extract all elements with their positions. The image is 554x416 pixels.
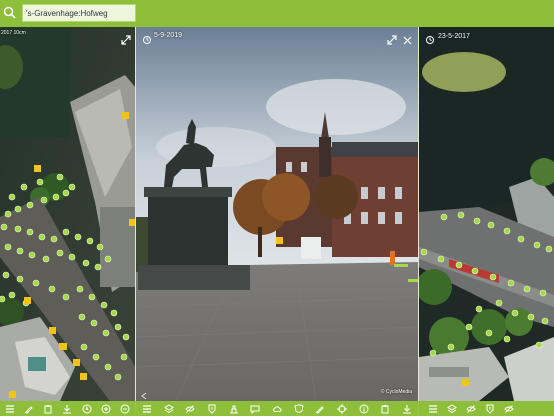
search-input[interactable]: [22, 4, 136, 22]
expand-arrows-icon[interactable]: [121, 32, 131, 50]
street-view-image[interactable]: [136, 27, 418, 401]
recording-date-label: 23-5-2017: [438, 33, 470, 40]
info-icon[interactable]: [206, 403, 217, 414]
info-icon[interactable]: [484, 403, 495, 414]
map-panel-left[interactable]: 2017 10cm: [0, 27, 135, 401]
crosshair-icon[interactable]: [337, 403, 348, 414]
oblique-aerial-image[interactable]: [419, 27, 554, 401]
menu-icon[interactable]: [427, 403, 438, 414]
copyright-credit: © CycloMedia: [380, 389, 412, 395]
camera-icon: [142, 32, 152, 50]
measure-height-icon[interactable]: [228, 403, 239, 414]
info-circle-icon[interactable]: [358, 403, 369, 414]
download-icon[interactable]: [62, 403, 73, 414]
streetview-panel[interactable]: 5-9-2019 © CycloMedia: [136, 27, 418, 401]
menu-icon[interactable]: [141, 403, 152, 414]
search-icon[interactable]: [2, 5, 18, 21]
layers-icon[interactable]: [446, 403, 457, 414]
plus-icon[interactable]: [101, 403, 112, 414]
clipboard-icon[interactable]: [380, 403, 391, 414]
eye-off-icon[interactable]: [185, 403, 196, 414]
eye-off-icon[interactable]: [465, 403, 476, 414]
oblique-toolbar: [419, 401, 554, 416]
map-toolbar: [0, 401, 135, 416]
menu-icon[interactable]: [4, 403, 15, 414]
minus-icon[interactable]: [120, 403, 131, 414]
pencil-icon[interactable]: [315, 403, 326, 414]
compass-icon[interactable]: [81, 403, 92, 414]
camera-icon: [425, 32, 435, 50]
oblique-panel[interactable]: 23-5-2017: [419, 27, 554, 401]
cloud-icon[interactable]: [271, 403, 282, 414]
recording-date-label: 5-9-2019: [154, 32, 183, 39]
streetview-toolbar: [136, 401, 418, 416]
shield-icon[interactable]: [293, 403, 304, 414]
layers-icon[interactable]: [163, 403, 174, 414]
download-icon[interactable]: [402, 403, 413, 414]
aerial-map[interactable]: [0, 27, 135, 401]
map-date-label: 2017 10cm: [1, 30, 26, 36]
clipboard-icon[interactable]: [43, 403, 54, 414]
comment-icon[interactable]: [250, 403, 261, 414]
eye-off-icon[interactable]: [503, 403, 514, 414]
navigation-arrow-icon[interactable]: [140, 387, 148, 401]
pencil-icon[interactable]: [23, 403, 34, 414]
expand-arrows-icon[interactable]: [387, 32, 397, 50]
top-bar: [0, 0, 554, 27]
close-icon[interactable]: [403, 32, 412, 50]
